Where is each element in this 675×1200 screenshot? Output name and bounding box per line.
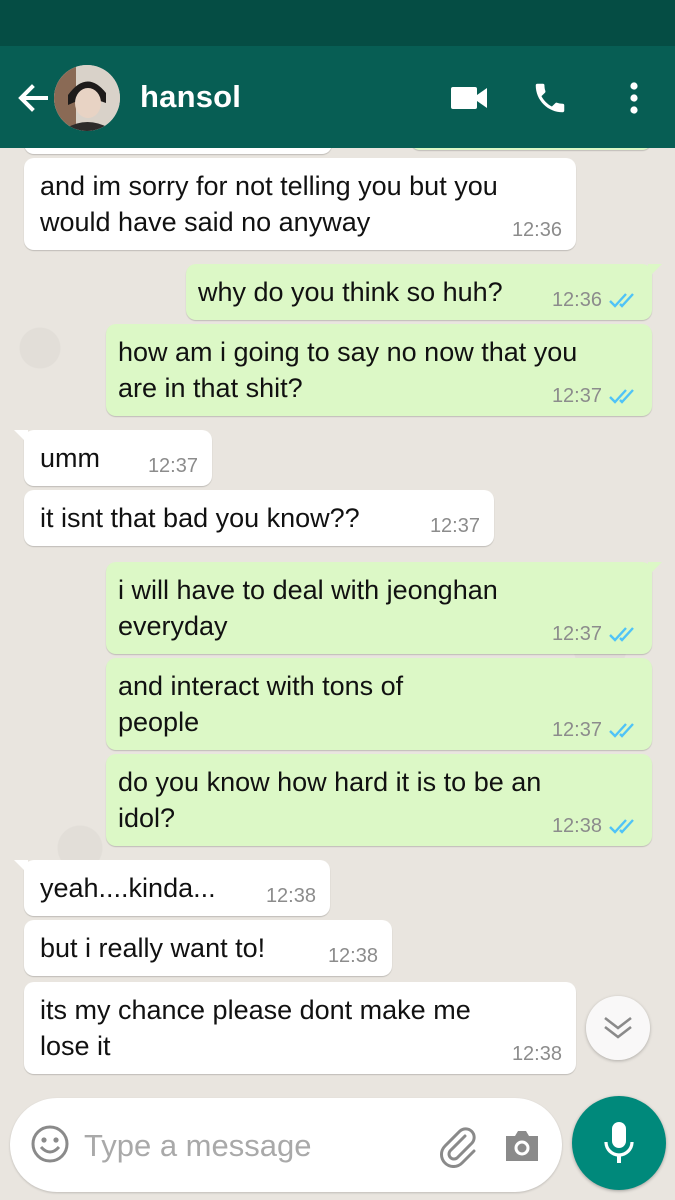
message-bubble-incoming[interactable]: its my chance please dont make me lose i… — [24, 982, 576, 1074]
message-bubble-outgoing[interactable]: why do you think so huh? 12:36 — [186, 264, 662, 320]
more-options-icon[interactable] — [612, 76, 656, 120]
read-receipt-icon — [609, 819, 634, 834]
message-bubble-incoming[interactable]: it isnt that bad you know?? 12:37 — [24, 490, 494, 546]
read-receipt-icon — [609, 627, 634, 642]
message-text: how am i going to say no now that you ar… — [118, 337, 578, 403]
message-text: it isnt that bad you know?? — [40, 503, 360, 533]
message-bubble-outgoing[interactable]: and interact with tons of people 12:37 — [106, 658, 652, 750]
read-receipt-icon — [609, 293, 634, 308]
message-text: but i really want to! — [40, 933, 266, 963]
message-bubble-incoming[interactable]: yeah....kinda... 12:38 — [14, 860, 330, 916]
video-call-icon[interactable] — [447, 76, 491, 120]
message-text: do you know how hard it is to be an idol… — [118, 767, 542, 833]
bubble-tail — [648, 562, 662, 576]
read-receipt-icon — [609, 389, 634, 404]
message-text: its my chance please dont make me lose i… — [40, 995, 471, 1061]
double-chevron-down-icon — [604, 1016, 632, 1039]
message-bubble-partial — [24, 148, 332, 154]
attach-paperclip-icon[interactable] — [434, 1122, 480, 1168]
message-text: why do you think so huh? — [198, 277, 503, 307]
message-bubble-incoming[interactable]: but i really want to! 12:38 — [24, 920, 392, 976]
voice-message-button[interactable] — [572, 1096, 666, 1190]
message-bubble-outgoing[interactable]: i will have to deal with jeonghan everyd… — [106, 562, 662, 654]
bubble-tail — [648, 264, 662, 278]
message-text: and interact with tons of people — [118, 671, 404, 737]
microphone-icon — [604, 1122, 634, 1163]
read-receipt-icon — [609, 723, 634, 738]
contact-name[interactable]: hansol — [140, 79, 241, 115]
bubble-tail — [14, 860, 28, 874]
message-bubble-partial — [410, 148, 652, 150]
message-time: 12:38 — [327, 945, 378, 967]
status-bar — [0, 0, 675, 46]
message-composer — [10, 1098, 562, 1192]
scroll-to-bottom-button[interactable] — [586, 996, 650, 1060]
message-bubble-incoming[interactable]: umm 12:37 — [14, 430, 212, 486]
message-time: 12:37 — [429, 515, 480, 537]
message-text: yeah....kinda... — [40, 873, 216, 903]
message-text: and im sorry for not telling you but you… — [40, 171, 498, 237]
message-time: 12:37 — [147, 455, 198, 477]
message-text: i will have to deal with jeonghan everyd… — [118, 575, 498, 641]
bubble-tail — [14, 430, 28, 444]
message-time: 12:38 — [551, 815, 602, 837]
message-list[interactable]: and im sorry for not telling you but you… — [0, 148, 675, 1088]
message-bubble-outgoing[interactable]: how am i going to say no now that you ar… — [106, 324, 652, 416]
message-time: 12:36 — [551, 289, 602, 311]
message-time: 12:37 — [551, 623, 602, 645]
message-bubble-incoming[interactable]: and im sorry for not telling you but you… — [24, 158, 576, 250]
avatar[interactable] — [54, 65, 120, 131]
back-arrow-icon[interactable] — [14, 80, 50, 116]
message-time: 12:38 — [511, 1043, 562, 1065]
message-text: umm — [40, 443, 100, 473]
emoji-icon[interactable] — [30, 1124, 70, 1164]
message-time: 12:38 — [265, 885, 316, 907]
message-time: 12:37 — [551, 719, 602, 741]
chat-header: hansol — [0, 46, 675, 148]
message-time: 12:36 — [511, 219, 562, 241]
camera-icon[interactable] — [500, 1124, 544, 1168]
message-bubble-outgoing[interactable]: do you know how hard it is to be an idol… — [106, 754, 652, 846]
message-input[interactable] — [82, 1122, 416, 1170]
message-time: 12:37 — [551, 385, 602, 407]
voice-call-icon[interactable] — [528, 76, 572, 120]
